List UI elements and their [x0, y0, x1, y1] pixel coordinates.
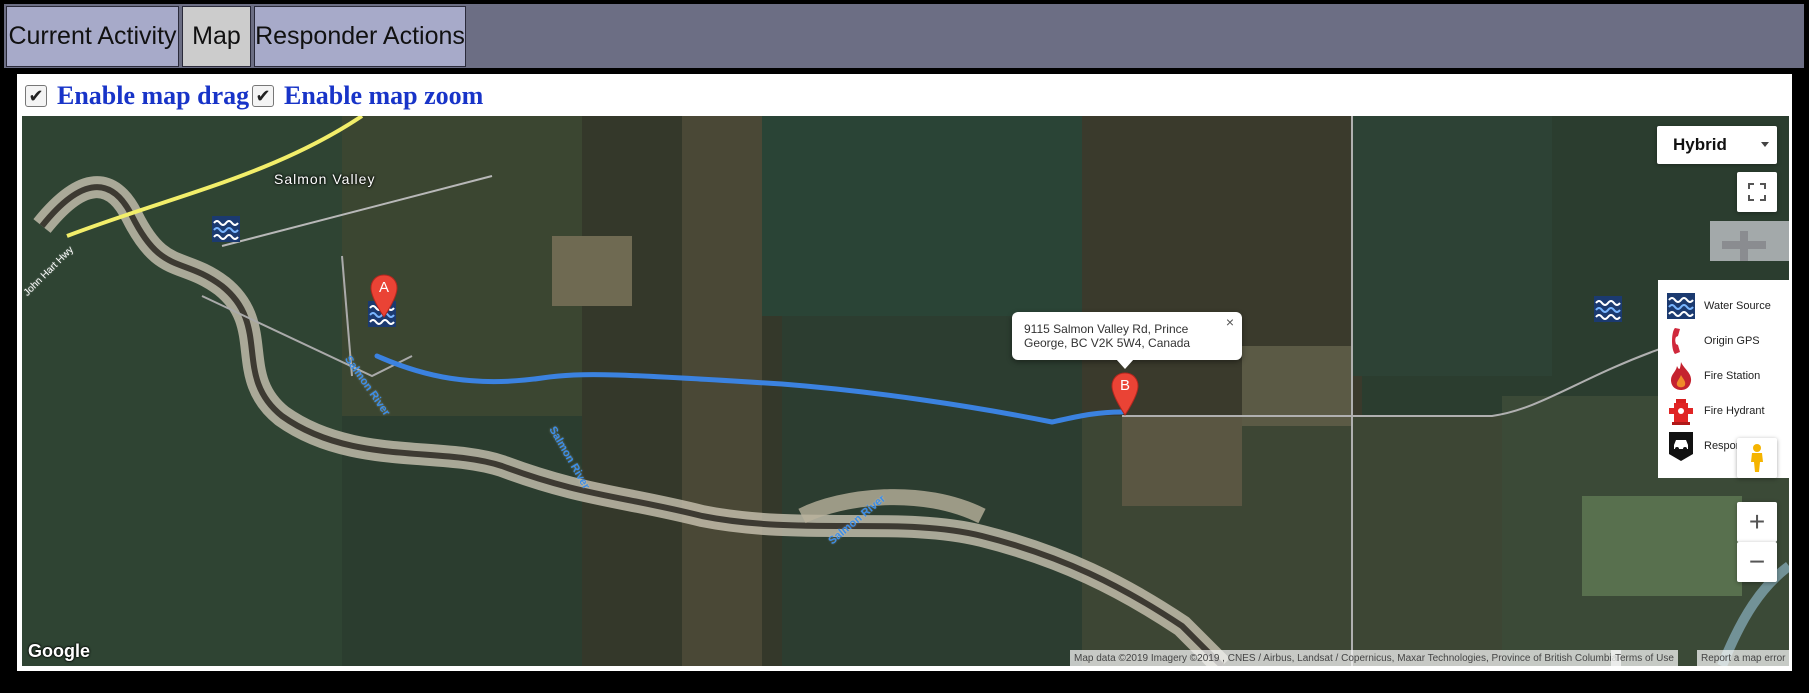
google-logo: Google	[28, 641, 90, 661]
legend-item-fire-hydrant: Fire Hydrant	[1666, 395, 1765, 427]
tab-label: Current Activity	[8, 22, 177, 50]
phone-icon	[1666, 326, 1696, 356]
marker-a[interactable]: A	[369, 274, 399, 318]
hydrant-icon	[1666, 396, 1696, 426]
app-window: Current Activity Map Responder Actions ✔…	[0, 0, 1809, 693]
legend-label: Fire Station	[1704, 370, 1761, 382]
report-map-error-link[interactable]: Report a map error	[1697, 650, 1789, 666]
street-view-button[interactable]	[1737, 438, 1777, 478]
info-window-tail	[1116, 359, 1134, 369]
place-label: Salmon Valley	[274, 171, 376, 187]
fullscreen-icon	[1748, 183, 1766, 201]
fullscreen-button[interactable]	[1737, 172, 1777, 212]
map-drag-control[interactable]: ✔ Enable map drag	[25, 81, 249, 111]
car-icon	[1666, 431, 1696, 461]
water-source-marker	[1594, 296, 1622, 322]
tab-responder-actions[interactable]: Responder Actions	[254, 6, 466, 67]
pegman-icon	[1751, 444, 1763, 472]
chevron-down-icon	[1761, 142, 1769, 147]
map-drag-checkbox[interactable]: ✔	[25, 85, 47, 107]
fire-icon	[1666, 361, 1696, 391]
legend-item-fire-station: Fire Station	[1666, 360, 1760, 392]
marker-a-label: A	[378, 279, 389, 296]
legend-label: Water Source	[1704, 300, 1771, 312]
tab-label: Responder Actions	[255, 22, 465, 50]
map-zoom-checkbox[interactable]: ✔	[252, 85, 274, 107]
tab-label: Map	[192, 22, 241, 50]
map-drag-label[interactable]: Enable map drag	[57, 81, 249, 111]
minus-icon: −	[1748, 546, 1766, 577]
map-type-value: Hybrid	[1673, 135, 1727, 154]
legend-label: Origin GPS	[1704, 335, 1760, 347]
marker-b-label: B	[1119, 377, 1130, 394]
legend-item-water-source: Water Source	[1666, 290, 1771, 322]
water-source-icon	[1666, 291, 1696, 321]
info-window-address: 9115 Salmon Valley Rd, Prince George, BC…	[1024, 322, 1191, 350]
terms-label: Terms of Use	[1615, 652, 1674, 664]
legend-label: Fire Hydrant	[1704, 405, 1765, 417]
info-window: 9115 Salmon Valley Rd, Prince George, BC…	[1012, 312, 1242, 369]
report-label: Report a map error	[1701, 652, 1786, 664]
marker-b[interactable]: B	[1110, 372, 1140, 416]
map-panel: ✔ Enable map drag ✔ Enable map zoom Salm…	[17, 74, 1792, 671]
map-canvas[interactable]: Salmon Valley John Hart Hwy Salmon River…	[22, 116, 1789, 666]
plus-icon: +	[1748, 506, 1766, 537]
map-zoom-control[interactable]: ✔ Enable map zoom	[252, 81, 483, 111]
map-zoom-label[interactable]: Enable map zoom	[284, 81, 483, 111]
tab-current-activity[interactable]: Current Activity	[6, 6, 179, 67]
map-attribution: Map data ©2019 Imagery ©2019 , CNES / Ai…	[1070, 650, 1622, 666]
zoom-in-button[interactable]: +	[1737, 502, 1777, 542]
close-icon[interactable]: ×	[1226, 315, 1234, 329]
tab-bar: Current Activity Map Responder Actions	[4, 4, 1804, 68]
satellite-imagery	[22, 116, 1789, 666]
legend-item-origin-gps: Origin GPS	[1666, 325, 1760, 357]
tab-map[interactable]: Map	[182, 6, 251, 67]
zoom-out-button[interactable]: −	[1737, 542, 1777, 582]
terms-link[interactable]: Terms of Use	[1611, 650, 1678, 666]
attribution-text: Map data ©2019 Imagery ©2019 , CNES / Ai…	[1074, 652, 1618, 664]
water-source-marker	[212, 216, 240, 242]
map-type-select[interactable]: Hybrid	[1657, 126, 1777, 164]
